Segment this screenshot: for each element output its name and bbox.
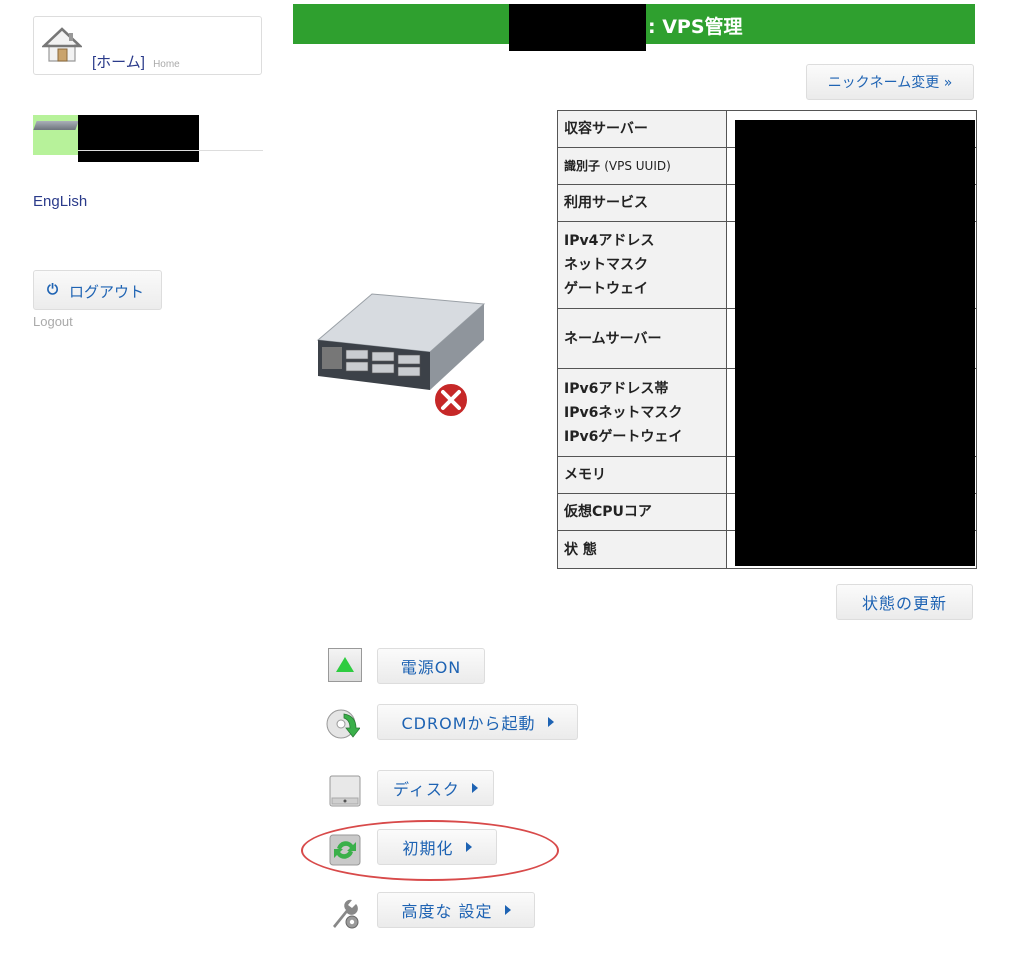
- advanced-settings-button[interactable]: 高度な 設定: [377, 892, 535, 928]
- row-service: 利用サービス: [557, 184, 727, 222]
- disk-icon: [329, 775, 361, 807]
- home-label: [ホーム]: [92, 54, 145, 71]
- power-icon: ⏻: [47, 282, 59, 298]
- cdrom-icon: [326, 709, 360, 739]
- disk-button[interactable]: ディスク: [377, 770, 494, 806]
- logout-label: ログアウト: [69, 283, 145, 301]
- logout-button[interactable]: ⏻ ログアウト: [33, 270, 162, 310]
- cdrom-boot-button[interactable]: CDROMから起動: [377, 704, 578, 740]
- language-switch-link[interactable]: EngLish: [33, 193, 87, 210]
- caret-right-icon: [547, 717, 554, 727]
- home-sub-label: Home: [153, 59, 180, 70]
- page-title: : VPS管理: [648, 16, 743, 38]
- redacted-table-values: [735, 120, 975, 566]
- server-stopped-icon: [316, 293, 486, 418]
- home-link[interactable]: [ホーム] Home: [33, 16, 262, 75]
- caret-right-icon: [471, 783, 478, 793]
- row-nameserver: ネームサーバー: [557, 308, 727, 369]
- wrench-gear-icon: [333, 899, 359, 929]
- highlight-ellipse: [301, 820, 559, 881]
- refresh-status-button[interactable]: 状態の更新: [836, 584, 973, 620]
- divider: [78, 150, 263, 151]
- row-status: 状 態: [557, 530, 727, 569]
- row-cpu: 仮想CPUコア: [557, 493, 727, 531]
- row-ipv4: IPv4アドレス ネットマスク ゲートウェイ: [557, 221, 727, 309]
- power-on-button[interactable]: 電源ON: [377, 648, 485, 684]
- house-icon: [42, 27, 82, 62]
- logout-sub-label: Logout: [33, 314, 73, 329]
- caret-right-icon: [504, 905, 511, 915]
- row-uuid: 識別子 (VPS UUID): [557, 147, 727, 185]
- change-nickname-button[interactable]: ニックネーム変更 »: [806, 64, 974, 100]
- server-thumbnail-icon: [33, 115, 79, 155]
- row-ipv6: IPv6アドレス帯 IPv6ネットマスク IPv6ゲートウェイ: [557, 368, 727, 457]
- redacted-title: [509, 4, 646, 51]
- redacted-server-name: [78, 115, 199, 162]
- row-host-server: 収容サーバー: [557, 110, 727, 148]
- row-memory: メモリ: [557, 456, 727, 494]
- power-on-icon[interactable]: [328, 648, 362, 682]
